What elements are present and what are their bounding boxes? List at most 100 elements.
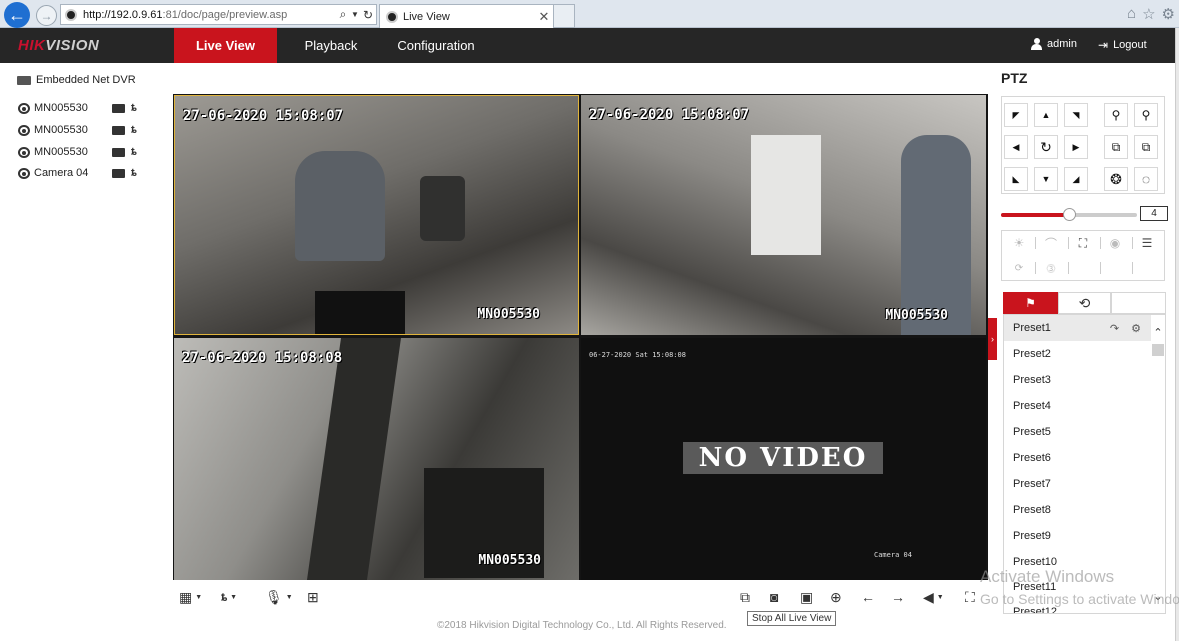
stop-all-live-view-button[interactable]: ⧉ [740, 588, 750, 606]
chevron-down-icon: ▼ [936, 593, 944, 601]
record-icon[interactable] [112, 125, 125, 135]
wiper-button[interactable]: ⌒ [1036, 233, 1066, 253]
zoom-in-button[interactable]: ⚲ [1134, 103, 1158, 127]
tab-patrol[interactable]: ⟲ [1058, 292, 1111, 314]
iris-close-icon: ◌ [1141, 171, 1151, 187]
logout-button[interactable]: ⇥ Logout [1098, 38, 1147, 52]
close-tab-icon[interactable]: ✕ [535, 9, 553, 25]
pan-up-left-button[interactable]: ◤ [1004, 103, 1028, 127]
browser-tab[interactable]: Live View ✕ [379, 4, 554, 28]
pan-down-right-button[interactable]: ◢ [1064, 167, 1088, 191]
focus-far-button[interactable]: ⧉ [1134, 135, 1158, 159]
home-icon[interactable]: ⌂ [1127, 5, 1136, 23]
video-tile-1[interactable]: 27-06-2020 15:08:07 MN005530 [174, 95, 579, 335]
tab-playback[interactable]: Playback [290, 28, 372, 63]
pan-down-left-button[interactable]: ◣ [1004, 167, 1028, 191]
preset-scrollbar[interactable]: ⌃ ⌄ [1151, 320, 1165, 613]
user-menu[interactable]: admin [1031, 38, 1077, 50]
preset-item[interactable]: Preset1 ↷ ⚙ [1004, 315, 1151, 341]
stream-type-button[interactable]: ȶ ▼ [221, 588, 237, 606]
manual-tracking-button[interactable]: ⟳ [1004, 258, 1034, 278]
iris-close-button[interactable]: ◌ [1134, 167, 1158, 191]
ptz-control-icon[interactable]: ȶ [131, 124, 137, 136]
forward-arrow-icon[interactable]: → [36, 5, 57, 26]
lens-init-button[interactable]: ◉ [1100, 233, 1130, 253]
record-icon[interactable] [112, 168, 125, 178]
tree-camera-4[interactable]: Camera 04 ȶ [18, 167, 158, 179]
set-preset-gear-icon[interactable]: ⚙ [1131, 322, 1141, 335]
record-icon[interactable] [112, 147, 125, 157]
fullscreen-button[interactable]: ⛶ [965, 588, 975, 606]
light-button[interactable]: ☀ [1004, 233, 1034, 253]
video-tile-4[interactable]: 06-27-2020 Sat 15:08:08 NO VIDEO Camera … [581, 338, 986, 580]
preset-item[interactable]: Preset3 [1004, 367, 1151, 393]
video-timestamp: 27-06-2020 15:08:08 [182, 350, 343, 366]
tab-configuration[interactable]: Configuration [388, 28, 484, 63]
tree-camera-1[interactable]: MN005530 ȶ [18, 102, 158, 114]
wiper-icon: ⌒ [1044, 236, 1057, 251]
auxiliary-focus-button[interactable]: ⛶ [1068, 233, 1098, 253]
digital-zoom-button[interactable]: ⊕ [830, 588, 842, 606]
next-page-button[interactable]: → [891, 588, 905, 606]
ptz-speed-slider[interactable] [1001, 208, 1137, 221]
pan-up-button[interactable]: ▲ [1034, 103, 1058, 127]
preset-item[interactable]: Preset9 [1004, 523, 1151, 549]
record-all-button[interactable]: ▣ [800, 588, 813, 606]
zoom-out-button[interactable]: ⚲ [1104, 103, 1128, 127]
ptz-aux-box: ☀ ⌒ ⛶ ◉ ☰ ⟳ ⓷ [1001, 230, 1165, 281]
tree-device[interactable]: Embedded Net DVR [17, 74, 136, 86]
preset-item[interactable]: Preset5 [1004, 419, 1151, 445]
tab-live-view[interactable]: Live View [174, 28, 277, 63]
search-icon[interactable]: ⌕ [336, 7, 350, 22]
previous-page-button[interactable]: ← [861, 588, 875, 606]
preset-item[interactable]: Preset8 [1004, 497, 1151, 523]
back-arrow-icon[interactable]: ← [4, 2, 30, 28]
new-tab-button[interactable] [554, 4, 575, 28]
call-preset-icon[interactable]: ↷ [1110, 322, 1119, 335]
tree-camera-2[interactable]: MN005530 ȶ [18, 124, 158, 136]
auto-pan-button[interactable]: ↻ [1034, 135, 1058, 159]
ptz-control-icon[interactable]: ȶ [131, 102, 137, 114]
video-tile-3[interactable]: 27-06-2020 15:08:08 MN005530 [174, 338, 579, 580]
ptz-control-icon[interactable]: ȶ [131, 146, 137, 158]
volume-button[interactable]: ◀ ▼ [923, 588, 944, 606]
audio-button[interactable]: 🎙 ▼ [265, 588, 293, 606]
logout-icon: ⇥ [1098, 38, 1109, 52]
video-tile-2[interactable]: 27-06-2020 15:08:07 MN005530 [581, 95, 986, 335]
tab-preset[interactable]: ⚑ [1003, 292, 1058, 314]
preset-item[interactable]: Preset2 [1004, 341, 1151, 367]
tree-camera-3[interactable]: MN005530 ȶ [18, 146, 158, 158]
collapse-panel-handle[interactable]: › [988, 318, 997, 360]
window-layout-button[interactable]: ▦ ▼ [179, 588, 202, 606]
more-menu-button[interactable]: ☰ [1132, 233, 1162, 253]
page-scrollbar[interactable] [1175, 28, 1179, 641]
preset-item[interactable]: Preset6 [1004, 445, 1151, 471]
pan-down-button[interactable]: ▼ [1034, 167, 1058, 191]
record-icon[interactable] [112, 103, 125, 113]
tooltip: Stop All Live View [747, 611, 837, 626]
preset-item[interactable]: Preset4 [1004, 393, 1151, 419]
capture-button[interactable]: ◙ [770, 588, 778, 606]
microphone-icon: 🎙 [265, 588, 283, 605]
settings-gear-icon[interactable]: ⚙ [1162, 5, 1175, 23]
iris-open-button[interactable]: ❂ [1104, 167, 1128, 191]
tab-pattern[interactable] [1111, 292, 1166, 314]
pan-right-button[interactable]: ▶ [1064, 135, 1088, 159]
zoom-in-icon: ⚲ [1141, 108, 1151, 122]
scrollbar-thumb[interactable] [1152, 344, 1164, 356]
focus-near-button[interactable]: ⧉ [1104, 135, 1128, 159]
pan-up-right-button[interactable]: ◥ [1064, 103, 1088, 127]
camera-icon [18, 146, 30, 158]
address-bar[interactable]: http://192.0.9.61:81/doc/page/preview.as… [60, 4, 377, 25]
3d-positioning-button[interactable]: ⓷ [1036, 258, 1066, 278]
pan-left-button[interactable]: ◀ [1004, 135, 1028, 159]
chevron-up-icon[interactable]: ⌃ [1151, 326, 1165, 339]
speed-slider-knob[interactable] [1063, 208, 1076, 221]
speed-slider-fill [1001, 213, 1069, 217]
plugin-button[interactable]: ⊞ [307, 588, 319, 606]
favorites-star-icon[interactable]: ☆ [1142, 5, 1155, 23]
refresh-icon[interactable]: ↻ [360, 8, 376, 22]
ptz-control-icon[interactable]: ȶ [131, 167, 137, 179]
chevron-down-icon[interactable]: ▼ [350, 10, 360, 19]
preset-item[interactable]: Preset7 [1004, 471, 1151, 497]
